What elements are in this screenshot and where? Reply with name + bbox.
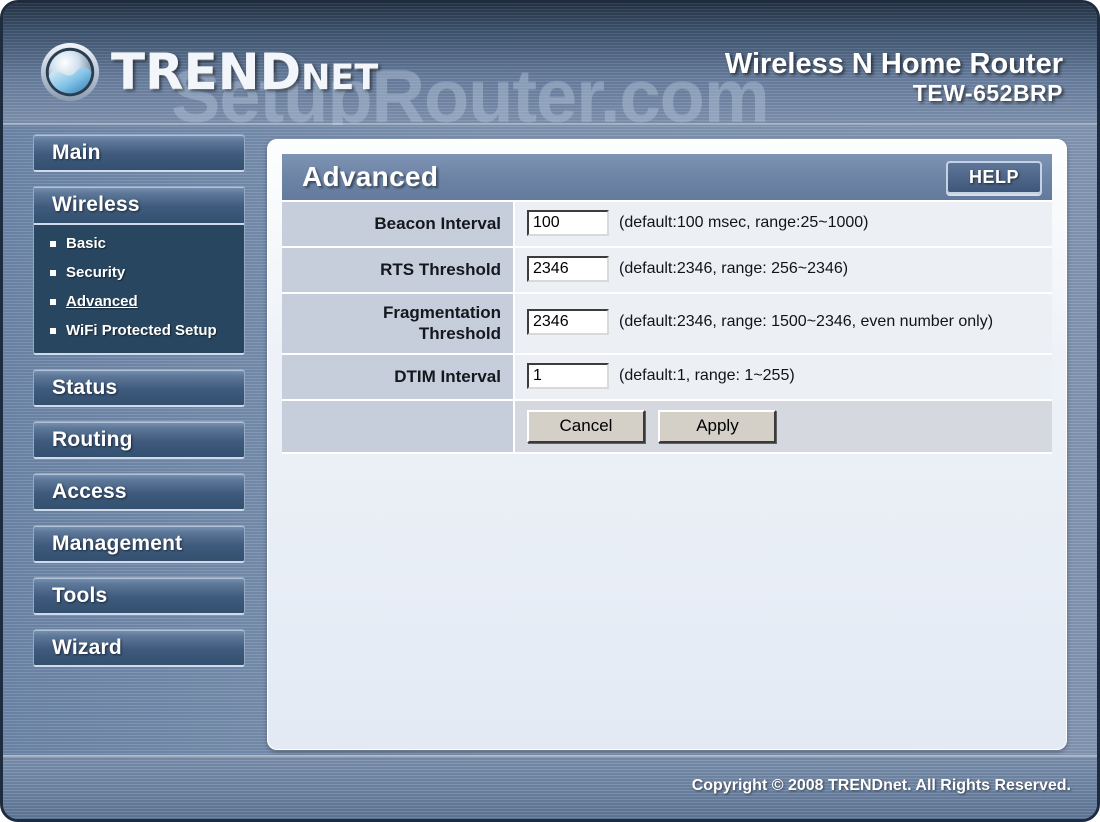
brand-upper: TREND: [111, 43, 302, 101]
field-label-line1: Fragmentation: [382, 303, 501, 322]
panel-titlebar: Advanced HELP: [282, 154, 1052, 202]
sidebar-item-wizard[interactable]: Wizard: [33, 629, 245, 667]
sidebar-item-status[interactable]: Status: [33, 369, 245, 407]
sidebar-item-label: Tools: [52, 583, 108, 607]
sidebar-subitem-advanced[interactable]: Advanced: [34, 287, 244, 316]
router-admin-window: SetupRouter.com TRENDnet Wireless N Home…: [0, 0, 1100, 822]
actions-spacer: [282, 399, 515, 454]
form-row-dtim-interval: DTIM Interval (default:1, range: 1~255): [282, 353, 1052, 401]
sidebar-item-label: Wizard: [52, 635, 122, 659]
sidebar-group-wireless: Wireless Basic Security Advanced WiFi Pr…: [33, 186, 245, 355]
sidebar-subitem-basic[interactable]: Basic: [34, 229, 244, 258]
beacon-interval-input[interactable]: [527, 210, 609, 236]
dtim-interval-input[interactable]: [527, 362, 609, 389]
help-button-label: HELP: [968, 167, 1019, 187]
sidebar-item-management[interactable]: Management: [33, 525, 245, 563]
fragmentation-threshold-input[interactable]: [527, 309, 609, 336]
sidebar-subitem-security[interactable]: Security: [34, 258, 244, 287]
help-button[interactable]: HELP: [946, 161, 1042, 194]
brand-wordmark: TRENDnet: [111, 47, 378, 97]
sidebar-item-label: Routing: [52, 427, 133, 451]
globe-wave-icon: [40, 42, 100, 102]
brand-lower: net: [301, 43, 379, 101]
sidebar-subitem-label: WiFi Protected Setup: [66, 322, 217, 339]
form-row-fragmentation-threshold: Fragmentation Threshold (default:2346, r…: [282, 293, 1052, 355]
product-model: TEW-652BRP: [912, 80, 1063, 107]
bullet-icon: [50, 327, 56, 334]
sidebar-subitem-label: Security: [66, 264, 126, 281]
sidebar-subitem-wifi-protected-setup[interactable]: WiFi Protected Setup: [34, 316, 244, 345]
bullet-icon: [50, 298, 56, 305]
sidebar-item-tools[interactable]: Tools: [33, 577, 245, 615]
field-hint: (default:2346, range: 1500~2346, even nu…: [619, 313, 994, 331]
field-label-line2: Threshold: [418, 324, 501, 344]
field-hint: (default:1, range: 1~255): [619, 366, 795, 384]
field-label: DTIM Interval: [282, 353, 515, 401]
actions-cell: Cancel Apply: [514, 399, 1052, 454]
field-label: Fragmentation Threshold: [282, 293, 515, 355]
advanced-settings-form: Beacon Interval (default:100 msec, range…: [282, 202, 1052, 454]
sidebar-item-wireless[interactable]: Wireless: [34, 187, 244, 225]
field-label: RTS Threshold: [282, 247, 515, 294]
sidebar-item-label: Access: [52, 479, 127, 503]
header-banner: SetupRouter.com TRENDnet Wireless N Home…: [3, 3, 1097, 125]
form-row-actions: Cancel Apply: [282, 399, 1052, 454]
bullet-icon: [50, 269, 56, 276]
content-panel: Advanced HELP Beacon Interval (default:1…: [267, 139, 1067, 750]
trendnet-logo: TRENDnet: [39, 41, 378, 103]
sidebar-item-label: Management: [52, 531, 183, 555]
sidebar-item-label: Wireless: [52, 193, 140, 216]
sidebar-item-routing[interactable]: Routing: [33, 421, 245, 459]
sidebar-item-access[interactable]: Access: [33, 473, 245, 511]
field-hint: (default:2346, range: 256~2346): [619, 260, 849, 277]
field-label: Beacon Interval: [282, 202, 515, 248]
bullet-icon: [50, 240, 56, 247]
footer-bar: Copyright © 2008 TRENDnet. All Rights Re…: [3, 755, 1097, 819]
form-row-rts-threshold: RTS Threshold (default:2346, range: 256~…: [282, 247, 1052, 294]
product-info: Wireless N Home Router TEW-652BRP: [724, 48, 1063, 108]
product-name: Wireless N Home Router: [724, 48, 1063, 80]
sidebar-item-label: Main: [52, 140, 101, 164]
form-row-beacon-interval: Beacon Interval (default:100 msec, range…: [282, 202, 1052, 248]
copyright-notice: Copyright © 2008 TRENDnet. All Rights Re…: [691, 777, 1071, 794]
rts-threshold-input[interactable]: [527, 256, 609, 282]
sidebar-subitem-label: Advanced: [66, 293, 138, 310]
sidebar-subitem-label: Basic: [66, 235, 107, 252]
sidebar-item-main[interactable]: Main: [33, 134, 245, 172]
sidebar-item-label: Status: [52, 375, 118, 399]
page-title: Advanced: [302, 161, 439, 192]
sidebar-nav: Main Wireless Basic Security Advanced Wi…: [33, 134, 245, 681]
field-hint: (default:100 msec, range:25~1000): [619, 214, 869, 231]
cancel-button[interactable]: Cancel: [527, 409, 645, 443]
apply-button[interactable]: Apply: [658, 409, 777, 443]
